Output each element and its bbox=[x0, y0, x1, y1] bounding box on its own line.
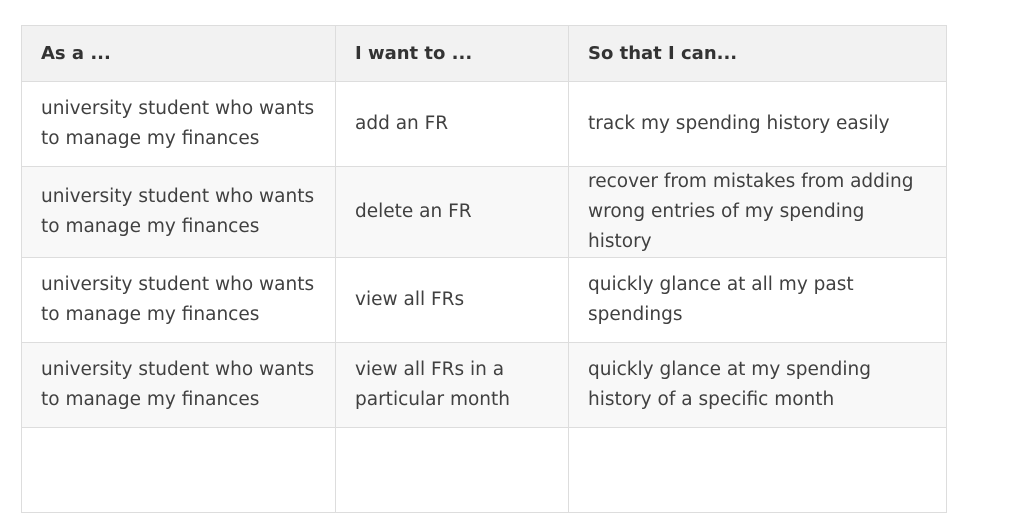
cell-role: university student who wants to manage m… bbox=[21, 166, 336, 258]
header-so-that-i-can: So that I can... bbox=[568, 25, 947, 82]
header-row: As a ... I want to ... So that I can... bbox=[21, 25, 947, 82]
cell-want: delete an FR bbox=[335, 166, 569, 258]
table-row: university student who wants to manage m… bbox=[21, 257, 947, 343]
cell-benefit bbox=[568, 427, 947, 513]
cell-want bbox=[335, 427, 569, 513]
cell-want: view all FRs in a particular month bbox=[335, 342, 569, 428]
cell-benefit: quickly glance at all my past spendings bbox=[568, 257, 947, 343]
cell-role: university student who wants to manage m… bbox=[21, 81, 336, 167]
table-row-partial bbox=[21, 427, 947, 513]
table-body: university student who wants to manage m… bbox=[21, 81, 947, 513]
user-stories-table: As a ... I want to ... So that I can... … bbox=[21, 25, 947, 513]
table-row: university student who wants to manage m… bbox=[21, 342, 947, 428]
table-header: As a ... I want to ... So that I can... bbox=[21, 25, 947, 82]
cell-want: view all FRs bbox=[335, 257, 569, 343]
user-stories-table-wrapper: As a ... I want to ... So that I can... … bbox=[21, 25, 947, 513]
header-as-a: As a ... bbox=[21, 25, 336, 82]
table-row: university student who wants to manage m… bbox=[21, 81, 947, 167]
table-row: university student who wants to manage m… bbox=[21, 166, 947, 258]
cell-role bbox=[21, 427, 336, 513]
cell-role: university student who wants to manage m… bbox=[21, 342, 336, 428]
cell-benefit: recover from mistakes from adding wrong … bbox=[568, 166, 947, 258]
cell-want: add an FR bbox=[335, 81, 569, 167]
cell-benefit: track my spending history easily bbox=[568, 81, 947, 167]
cell-role: university student who wants to manage m… bbox=[21, 257, 336, 343]
header-i-want-to: I want to ... bbox=[335, 25, 569, 82]
cell-benefit: quickly glance at my spending history of… bbox=[568, 342, 947, 428]
